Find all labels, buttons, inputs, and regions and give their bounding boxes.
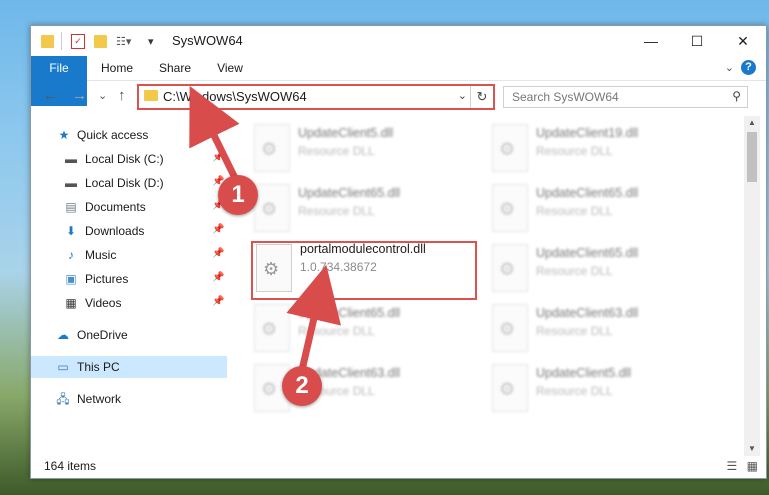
arrow-2 [286, 264, 341, 374]
annotation-arrows [189, 85, 341, 374]
step-marker-2: 2 [282, 366, 322, 406]
arrow-1 [189, 85, 240, 184]
step-marker-1: 1 [218, 175, 258, 215]
